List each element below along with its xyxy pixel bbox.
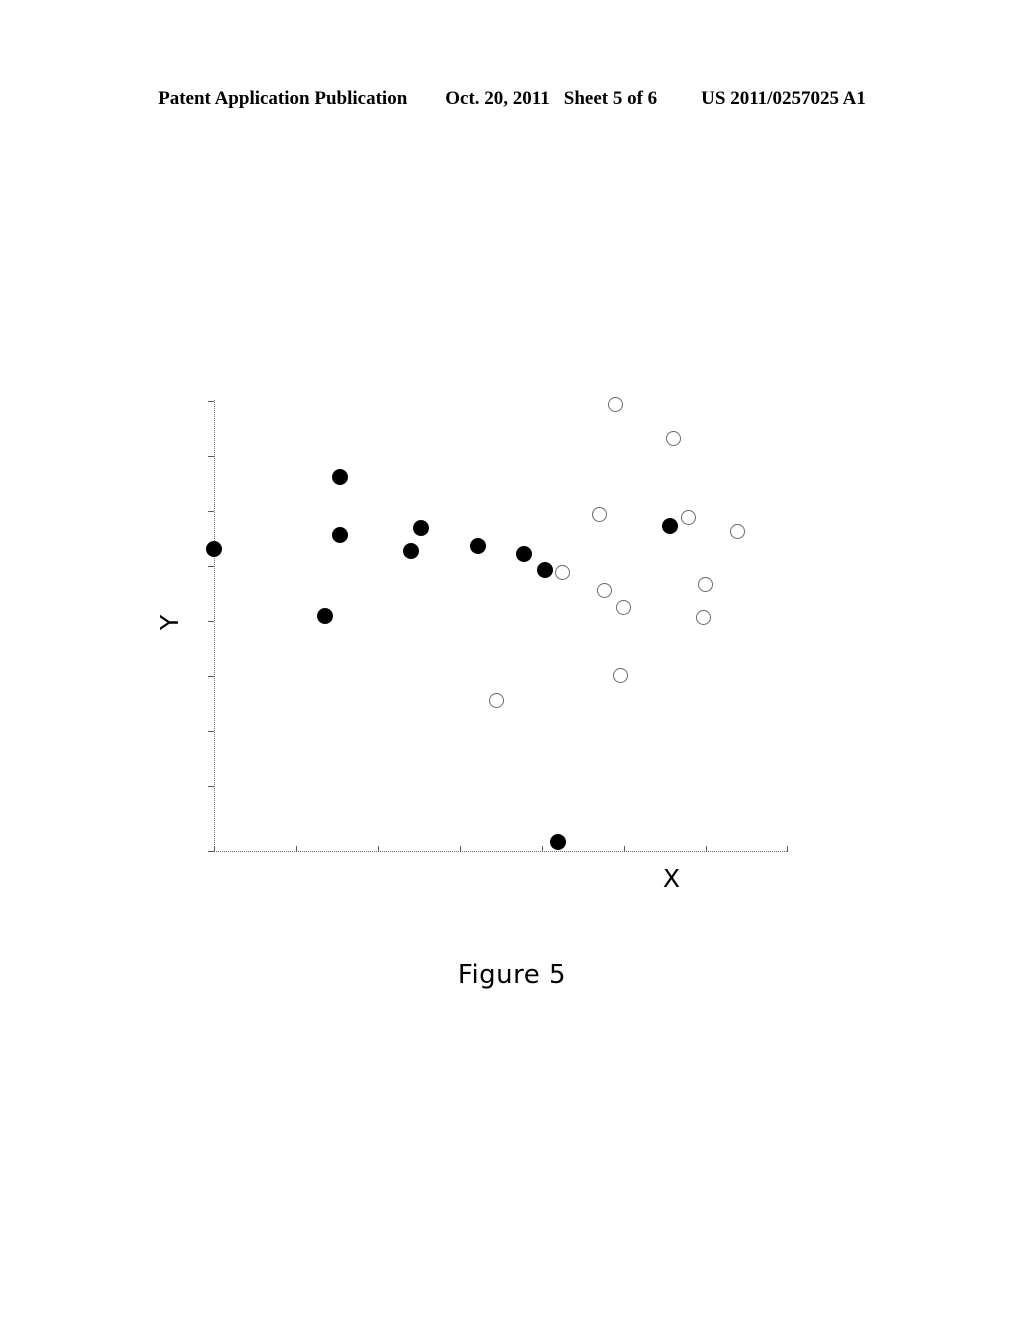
filled-data-point: [413, 520, 429, 536]
y-tick-4: [208, 621, 214, 622]
open-data-point: [612, 667, 628, 683]
filled-data-point: [206, 541, 222, 557]
open-data-point: [615, 599, 631, 615]
x-axis-line: [214, 851, 787, 852]
open-data-point: [680, 509, 696, 525]
open-data-point: [697, 576, 713, 592]
open-data-point: [591, 506, 607, 522]
filled-data-point: [332, 527, 348, 543]
x-tick-3: [460, 846, 461, 852]
x-tick-0: [214, 846, 215, 852]
x-tick-2: [378, 846, 379, 852]
figure-region: X Y Figure 5: [0, 0, 1024, 1320]
filled-data-point: [332, 469, 348, 485]
y-tick-2: [208, 511, 214, 512]
open-data-point: [596, 582, 612, 598]
open-data-point: [554, 564, 570, 580]
figure-caption: Figure 5: [457, 960, 567, 990]
x-tick-1: [296, 846, 297, 852]
filled-data-point: [550, 834, 566, 850]
y-tick-7: [208, 786, 214, 787]
open-data-point: [665, 430, 681, 446]
x-tick-7: [787, 846, 788, 852]
x-axis-title: X: [150, 866, 723, 891]
filled-data-point: [662, 518, 678, 534]
y-tick-3: [208, 566, 214, 567]
filled-data-point: [317, 608, 333, 624]
scatter-plot: X Y: [150, 380, 830, 900]
x-tick-6: [706, 846, 707, 852]
filled-data-point: [537, 562, 553, 578]
x-tick-5: [624, 846, 625, 852]
filled-data-point: [470, 538, 486, 554]
open-data-point: [695, 609, 711, 625]
filled-data-point: [516, 546, 532, 562]
y-axis-title: Y: [155, 614, 185, 631]
y-tick-6: [208, 731, 214, 732]
y-tick-5: [208, 676, 214, 677]
open-data-point: [607, 396, 623, 412]
y-axis-line: [214, 400, 215, 851]
y-axis-title-text: Y: [155, 614, 185, 631]
x-tick-4: [542, 846, 543, 852]
filled-data-point: [403, 543, 419, 559]
open-data-point: [488, 692, 504, 708]
y-tick-0: [208, 401, 214, 402]
open-data-point: [729, 523, 745, 539]
y-tick-1: [208, 456, 214, 457]
x-axis-title-text: X: [662, 864, 681, 893]
